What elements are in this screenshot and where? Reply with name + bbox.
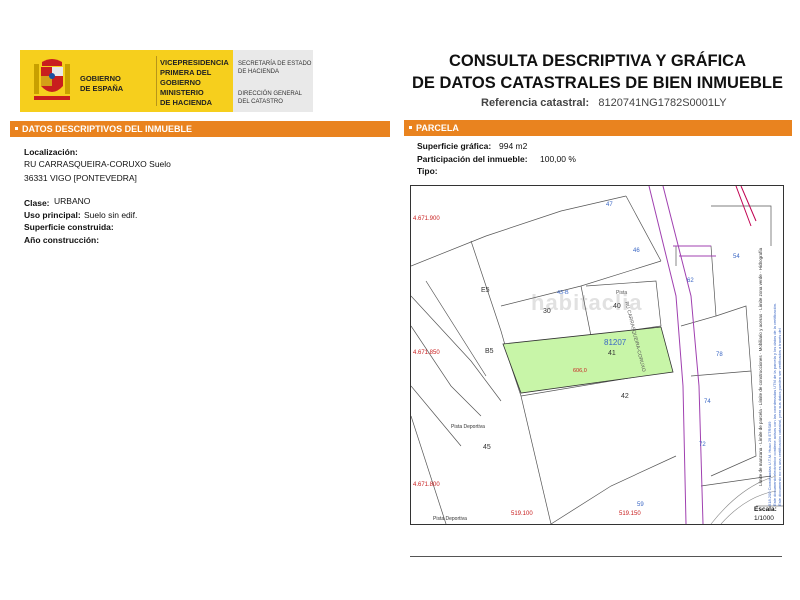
parcel-label-54: 54 (733, 254, 740, 260)
uso-label: Uso principal: (24, 210, 81, 220)
referencia-catastral: Referencia catastral: 8120741NG1782S0001… (481, 97, 727, 109)
escala-value: 1/1000 (754, 515, 774, 522)
superficie-construida-label: Superficie construida: (24, 222, 114, 232)
participacion-value: 100,00 % (540, 154, 576, 164)
datos-descriptivos-bar: DATOS DESCRIPTIVOS DEL INMUEBLE (10, 121, 390, 137)
secretaria-box: SECRETARÍA DE ESTADO DE HACIENDA DIRECCI… (233, 50, 313, 112)
localizacion-label: Localización: (24, 147, 78, 157)
ano-construccion-label: Año construcción: (24, 235, 100, 245)
vicepresidencia-line2: PRIMERA DEL GOBIERNO (160, 68, 212, 87)
clase-value: URBANO (54, 196, 91, 206)
parcel-label-72: 72 (699, 442, 706, 448)
selected-parcel-shape (502, 326, 674, 394)
selected-parcel-code: 81207 (604, 338, 627, 347)
y-coord-bottom: 4.671.800 (413, 482, 440, 488)
parcel-label-45: 45 (483, 444, 491, 451)
datos-descriptivos-title: DATOS DESCRIPTIVOS DEL INMUEBLE (22, 124, 193, 134)
note-verification: Este documento no es una certificación c… (777, 328, 782, 506)
parcel-label-b5: B5 (485, 348, 494, 355)
superficie-grafica-label: Superficie gráfica: (417, 141, 492, 151)
x-coord-right: 519.150 (619, 511, 641, 517)
tipo-label: Tipo: (417, 166, 438, 176)
x-coord-left: 519.100 (511, 511, 533, 517)
parcel-label-e5: E5 (481, 287, 490, 294)
parcel-label-47: 47 (606, 202, 613, 208)
gobierno-line2: DE ESPAÑA (80, 84, 124, 93)
uso-value: Suelo sin edif. (84, 210, 138, 220)
habitaclia-watermark: habitaclia (531, 290, 643, 315)
parcel-label-46: 46 (633, 248, 640, 254)
logo-divider (156, 56, 157, 106)
pista-deportiva-bottom-label: Pista Deportiva (433, 516, 467, 522)
parcel-label-74: 74 (704, 399, 711, 405)
document-title-line1: CONSULTA DESCRIPTIVA Y GRÁFICA (448, 52, 747, 70)
secretaria-line1: SECRETARÍA DE ESTADO (238, 61, 312, 67)
direccion-line1: DIRECCIÓN GENERAL (238, 91, 303, 97)
cadastral-map: 4.671.900 4.671.850 4.671.800 519.100 51… (410, 185, 784, 525)
ref-label: Referencia catastral: (481, 97, 590, 109)
legend-parcela: Límite de parcela (758, 409, 763, 444)
footer-divider (410, 556, 782, 557)
ministerio-line1: MINISTERIO (160, 88, 204, 97)
superficie-grafica-value: 994 m2 (499, 141, 528, 151)
escala-label: Escala: (754, 506, 777, 513)
legend-zona-verde: Límite zona verde (758, 274, 763, 310)
legend-construcciones: Límite de construcciones (758, 355, 763, 406)
pista-deportiva-label: Pista Deportiva (451, 424, 485, 430)
direccion-line2: DEL CATASTRO (238, 99, 283, 105)
vicepresidencia-line1: VICEPRESIDENCIA (160, 58, 229, 67)
legend-mobiliario: Mobiliario y aceras (758, 313, 763, 352)
parcel-label-42: 42 (621, 393, 629, 400)
legend-manzana: Límite de manzana (758, 447, 763, 486)
ref-value: 8120741NG1782S0001LY (598, 97, 727, 109)
parcel-label-62: 62 (687, 278, 694, 284)
localizacion-line1: RU CARRASQUEIRA-CORUXO Suelo (24, 159, 171, 169)
secretaria-line2: DE HACIENDA (238, 69, 280, 75)
y-coord-mid: 4.671.850 (413, 350, 440, 356)
coat-of-arms-icon (34, 59, 70, 100)
ministerio-line2: DE HACIENDA (160, 98, 213, 107)
parcela-bar: PARCELA (404, 120, 792, 136)
participacion-label: Participación del inmueble: (417, 154, 528, 164)
y-coord-top: 4.671.900 (413, 216, 440, 222)
localizacion-line2: 36331 VIGO [PONTEVEDRA] (24, 173, 137, 183)
document-title-line2: DE DATOS CATASTRALES DE BIEN INMUEBLE (412, 74, 783, 92)
parcela-title: PARCELA (416, 123, 459, 133)
clase-label: Clase: (24, 198, 50, 208)
parcel-area-label: 606,0 (573, 368, 587, 374)
parcel-label-78: 78 (716, 352, 723, 358)
gobierno-line1: GOBIERNO (80, 74, 121, 83)
parcel-label-59: 59 (637, 502, 644, 508)
gobierno-logo: GOBIERNO DE ESPAÑA VICEPRESIDENCIA PRIME… (20, 50, 233, 112)
parcel-label-41: 41 (608, 350, 616, 357)
legend-hidrografia: Hidrografía (758, 247, 763, 271)
map-canvas (411, 186, 783, 524)
